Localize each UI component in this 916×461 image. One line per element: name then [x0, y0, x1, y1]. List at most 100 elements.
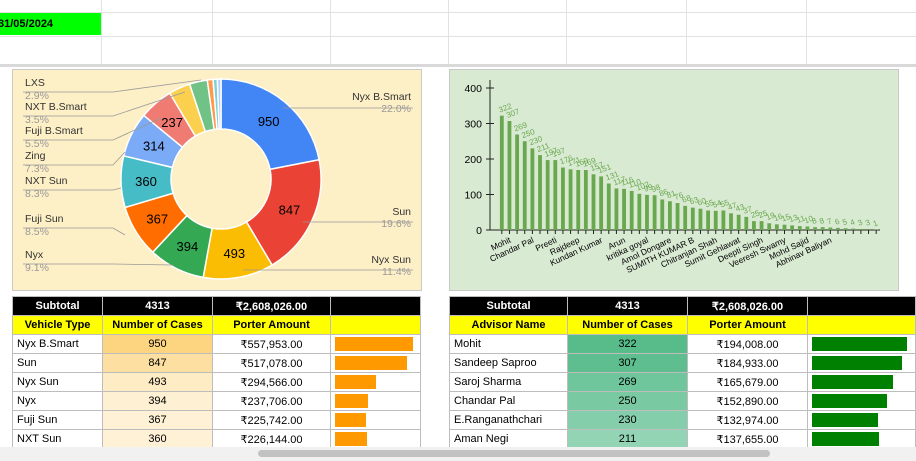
- row-amount[interactable]: ₹517,078.00: [212, 353, 331, 373]
- bar[interactable]: [782, 224, 787, 230]
- bar[interactable]: [599, 176, 604, 230]
- bar[interactable]: [828, 227, 833, 230]
- row-name[interactable]: Saroj Sharma: [449, 372, 568, 392]
- row-cases[interactable]: 394: [102, 391, 213, 411]
- row-name[interactable]: Sandeep Saproo: [449, 353, 568, 373]
- bar[interactable]: [767, 223, 772, 230]
- advisor-cases-bar-chart[interactable]: 0 100 200 300 400 322 307 269 250 230 211 197 197 176…: [449, 69, 899, 291]
- bar[interactable]: [522, 141, 527, 230]
- table-row[interactable]: Fuji Sun 367 ₹225,742.00: [12, 410, 421, 430]
- bar[interactable]: [591, 174, 596, 230]
- bar[interactable]: [667, 201, 672, 230]
- bar[interactable]: [858, 228, 863, 230]
- table-row[interactable]: Chandar Pal 250 ₹152,890.00: [449, 391, 916, 411]
- row-amount[interactable]: ₹237,706.00: [212, 391, 331, 411]
- row-cases[interactable]: 367: [102, 410, 213, 430]
- bar[interactable]: [744, 216, 749, 230]
- table-row[interactable]: Sandeep Saproo 307 ₹184,933.00: [449, 353, 916, 373]
- bar[interactable]: [538, 155, 542, 230]
- row-cases[interactable]: 950: [102, 334, 213, 354]
- table-row[interactable]: Sun 847 ₹517,078.00: [12, 353, 421, 373]
- bar[interactable]: [713, 210, 718, 230]
- bar[interactable]: [553, 160, 558, 230]
- row-cases[interactable]: 360: [102, 429, 213, 449]
- bar[interactable]: [622, 188, 626, 230]
- bar[interactable]: [530, 148, 535, 230]
- row-amount[interactable]: ₹194,008.00: [687, 334, 808, 354]
- table-row[interactable]: Nyx 394 ₹237,706.00: [12, 391, 421, 411]
- bar[interactable]: [721, 210, 726, 230]
- row-sparkline-cell[interactable]: [807, 334, 916, 354]
- bar[interactable]: [736, 214, 741, 230]
- table-row[interactable]: Mohit 322 ₹194,008.00: [449, 334, 916, 354]
- row-sparkline-cell[interactable]: [330, 410, 421, 430]
- row-name[interactable]: E.Ranganathchari: [449, 410, 568, 430]
- row-cases[interactable]: 250: [567, 391, 688, 411]
- bar[interactable]: [813, 227, 817, 230]
- bar[interactable]: [645, 194, 649, 230]
- row-name[interactable]: Sun: [12, 353, 103, 373]
- bar[interactable]: [797, 226, 802, 230]
- bar[interactable]: [706, 210, 711, 230]
- row-name[interactable]: Chandar Pal: [449, 391, 568, 411]
- bar[interactable]: [576, 170, 581, 230]
- bar[interactable]: [660, 199, 665, 230]
- bar[interactable]: [729, 213, 733, 230]
- report-date-cell[interactable]: 31/05/2024: [0, 13, 101, 35]
- bar[interactable]: [698, 208, 703, 230]
- table-row[interactable]: Saroj Sharma 269 ₹165,679.00: [449, 372, 916, 392]
- table-row[interactable]: NXT Sun 360 ₹226,144.00: [12, 429, 421, 449]
- bar[interactable]: [675, 203, 680, 230]
- row-amount[interactable]: ₹152,890.00: [687, 391, 808, 411]
- bar[interactable]: [629, 190, 634, 230]
- row-sparkline-cell[interactable]: [807, 391, 916, 411]
- row-sparkline-cell[interactable]: [807, 372, 916, 392]
- bar[interactable]: [606, 183, 611, 230]
- bar[interactable]: [759, 221, 764, 230]
- table-row[interactable]: E.Ranganathchari 230 ₹132,974.00: [449, 410, 916, 430]
- row-amount[interactable]: ₹294,566.00: [212, 372, 331, 392]
- row-sparkline-cell[interactable]: [330, 391, 421, 411]
- horizontal-scrollbar[interactable]: [0, 447, 916, 461]
- row-name[interactable]: Nyx Sun: [12, 372, 103, 392]
- bar[interactable]: [515, 134, 520, 230]
- row-name[interactable]: Fuji Sun: [12, 410, 103, 430]
- row-sparkline-cell[interactable]: [330, 334, 421, 354]
- bar[interactable]: [652, 195, 657, 230]
- row-amount[interactable]: ₹184,933.00: [687, 353, 808, 373]
- bar[interactable]: [507, 121, 512, 230]
- row-cases[interactable]: 847: [102, 353, 213, 373]
- bar[interactable]: [499, 115, 504, 230]
- row-name[interactable]: Mohit: [449, 334, 568, 354]
- row-amount[interactable]: ₹137,655.00: [687, 429, 808, 449]
- row-amount[interactable]: ₹165,679.00: [687, 372, 808, 392]
- bar[interactable]: [843, 228, 848, 230]
- bar[interactable]: [561, 167, 565, 230]
- row-sparkline-cell[interactable]: [330, 372, 421, 392]
- table-row[interactable]: Nyx B.Smart 950 ₹557,953.00: [12, 334, 421, 354]
- row-cases[interactable]: 307: [567, 353, 688, 373]
- bar[interactable]: [774, 224, 779, 230]
- row-name[interactable]: Nyx: [12, 391, 103, 411]
- row-amount[interactable]: ₹557,953.00: [212, 334, 331, 354]
- bar[interactable]: [614, 188, 619, 230]
- bar[interactable]: [583, 170, 588, 230]
- table-row[interactable]: Nyx Sun 493 ₹294,566.00: [12, 372, 421, 392]
- row-sparkline-cell[interactable]: [807, 429, 916, 449]
- row-name[interactable]: Aman Negi: [449, 429, 568, 449]
- bar[interactable]: [805, 226, 810, 230]
- bar[interactable]: [851, 228, 856, 230]
- bar[interactable]: [637, 193, 642, 230]
- bar[interactable]: [545, 160, 550, 230]
- row-sparkline-cell[interactable]: [330, 353, 421, 373]
- row-amount[interactable]: ₹225,742.00: [212, 410, 331, 430]
- row-cases[interactable]: 211: [567, 429, 688, 449]
- vehicle-type-donut-chart[interactable]: 950 847 493 394 367 360 314 237 Nyx B.Smart 22.0%…: [12, 69, 422, 291]
- bar[interactable]: [752, 221, 756, 230]
- row-cases[interactable]: 322: [567, 334, 688, 354]
- bar[interactable]: [820, 227, 825, 230]
- row-name[interactable]: NXT Sun: [12, 429, 103, 449]
- row-cases[interactable]: 230: [567, 410, 688, 430]
- bar[interactable]: [866, 228, 871, 230]
- row-cases[interactable]: 493: [102, 372, 213, 392]
